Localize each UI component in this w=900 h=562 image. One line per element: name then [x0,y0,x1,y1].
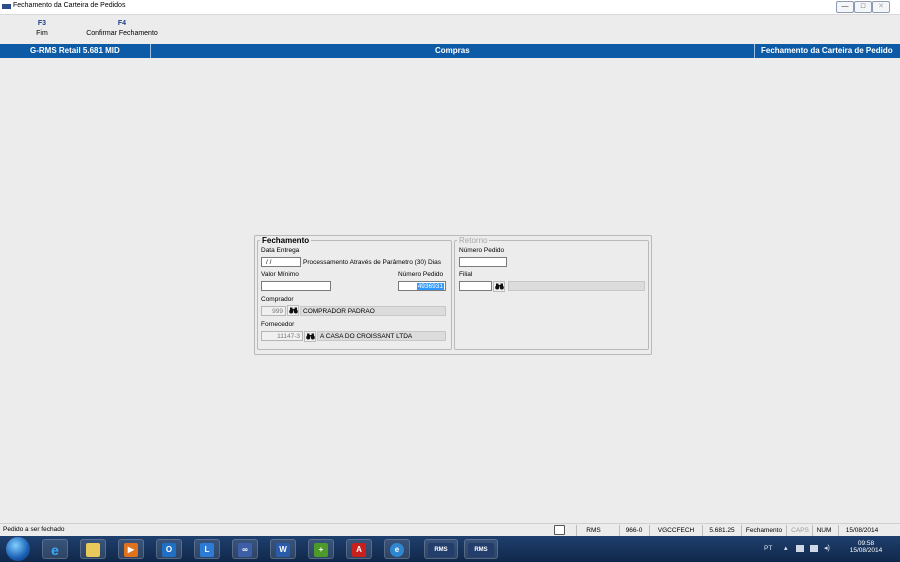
taskbar-app2[interactable]: + [308,539,334,559]
app2-icon: + [314,543,328,557]
status-num: NUM [812,525,835,536]
volume-icon[interactable]: ◂) [824,544,830,552]
app-icon: ∞ [238,543,252,557]
lync-icon: L [200,543,214,557]
retorno-numero-pedido-field[interactable] [459,257,507,267]
taskbar-clock[interactable]: 09:58 15/08/2014 [843,540,889,554]
taskbar-outlook[interactable]: O [156,539,182,559]
numero-pedido-value: 4936931 [416,283,444,290]
app3-icon: e [390,543,404,557]
flag-icon[interactable] [796,545,804,552]
valor-minimo-label: Valor Mínimo [261,271,299,278]
clock-date: 15/08/2014 [849,547,883,554]
fornecedor-search-button[interactable] [304,331,316,342]
status-date: 15/08/2014 [838,525,885,536]
taskbar-acrobat[interactable]: A [346,539,372,559]
ie-icon: e [51,542,59,558]
filial-label: Filial [459,271,473,278]
header-band: G-RMS Retail 5.681 MID Compras Fechament… [0,44,900,58]
f3-key-code: F3 [37,20,47,27]
status-bar: Pedido a ser fechado RMS 966-0 VGCCFECH … [0,523,900,537]
word-icon: W [276,543,290,557]
status-screen: Fechamento [741,525,786,536]
taskbar-lync[interactable]: L [194,539,220,559]
taskbar-app3[interactable]: e [384,539,410,559]
taskbar-explorer[interactable] [80,539,106,559]
taskbar: e ▶ O L ∞ W + A e RMS RMS PT ▴ ◂) 09:58 … [0,536,900,562]
fechamento-title: Fechamento [260,236,312,245]
f4-key-label: Confirmar Fechamento [86,30,158,37]
rms-icon-2: RMS [468,543,494,557]
comprador-name-field: COMPRADOR PADRAO [300,306,446,316]
window-title-bar: Fechamento da Carteira de Pedidos — □ ✕ [0,0,900,15]
status-message: Pedido a ser fechado [3,526,65,533]
header-divider [150,44,151,58]
clock-time: 09:58 [857,540,875,547]
f4-key-code: F4 [117,20,127,27]
rms-icon: RMS [428,543,454,557]
taskbar-ie[interactable]: e [42,539,68,559]
taskbar-rms-2[interactable]: RMS [464,539,498,559]
comprador-code-field[interactable]: 999 [261,306,286,316]
taskbar-word[interactable]: W [270,539,296,559]
data-entrega-field[interactable]: / / [261,257,301,267]
header-divider [754,44,755,58]
filial-search-button[interactable] [493,281,505,292]
fornecedor-code-field[interactable]: 11147-3 [261,331,303,341]
network-icon[interactable] [810,545,818,552]
acrobat-icon: A [352,543,366,557]
processamento-text: Processamento Através de Parâmetro (30) … [303,259,442,266]
comprador-label: Comprador [261,296,294,303]
binoculars-icon [494,283,504,290]
app-version: G-RMS Retail 5.681 MID [30,46,120,55]
filial-name-field [508,281,645,291]
screen-name: Fechamento da Carteira de Pedido [761,46,893,55]
status-program: VGCCFECH [649,525,702,536]
status-system: RMS [576,525,610,536]
fornecedor-name-field: A CASA DO CROISSANT LTDA [317,331,446,341]
status-caps: CAPS [786,525,813,536]
taskbar-rms[interactable]: RMS [424,539,458,559]
status-version: 5.681.25 [702,525,741,536]
start-button[interactable] [6,537,30,561]
window-title: Fechamento da Carteira de Pedidos [13,2,126,9]
numero-pedido-field[interactable]: 4936931 [398,281,446,291]
numero-pedido-label: Número Pedido [398,271,444,278]
taskbar-app[interactable]: ∞ [232,539,258,559]
app-logo-icon [2,4,11,9]
taskbar-media[interactable]: ▶ [118,539,144,559]
data-entrega-label: Data Entrega [261,247,300,254]
fornecedor-label: Fornecedor [261,321,295,328]
media-icon: ▶ [124,543,138,557]
comprador-search-button[interactable] [287,305,299,316]
retorno-title: Retorno [457,236,490,245]
maximize-button[interactable]: □ [854,1,872,13]
language-indicator[interactable]: PT [764,545,772,552]
document-icon [554,525,565,535]
status-store: 966-0 [619,525,648,536]
retorno-numero-pedido-label: Número Pedido [459,247,505,254]
f3-key-button[interactable]: F3 Fim [28,20,56,37]
binoculars-icon [305,333,315,340]
f4-key-button[interactable]: F4 Confirmar Fechamento [78,20,166,37]
close-button[interactable]: ✕ [872,1,890,13]
binoculars-icon [288,307,298,314]
tray-expand-icon[interactable]: ▴ [784,544,788,552]
module-name: Compras [435,46,470,55]
valor-minimo-field[interactable] [261,281,331,291]
filial-field[interactable] [459,281,492,291]
f3-key-label: Fim [36,30,48,37]
minimize-button[interactable]: — [836,1,854,13]
explorer-icon [86,543,100,557]
outlook-icon: O [162,543,176,557]
